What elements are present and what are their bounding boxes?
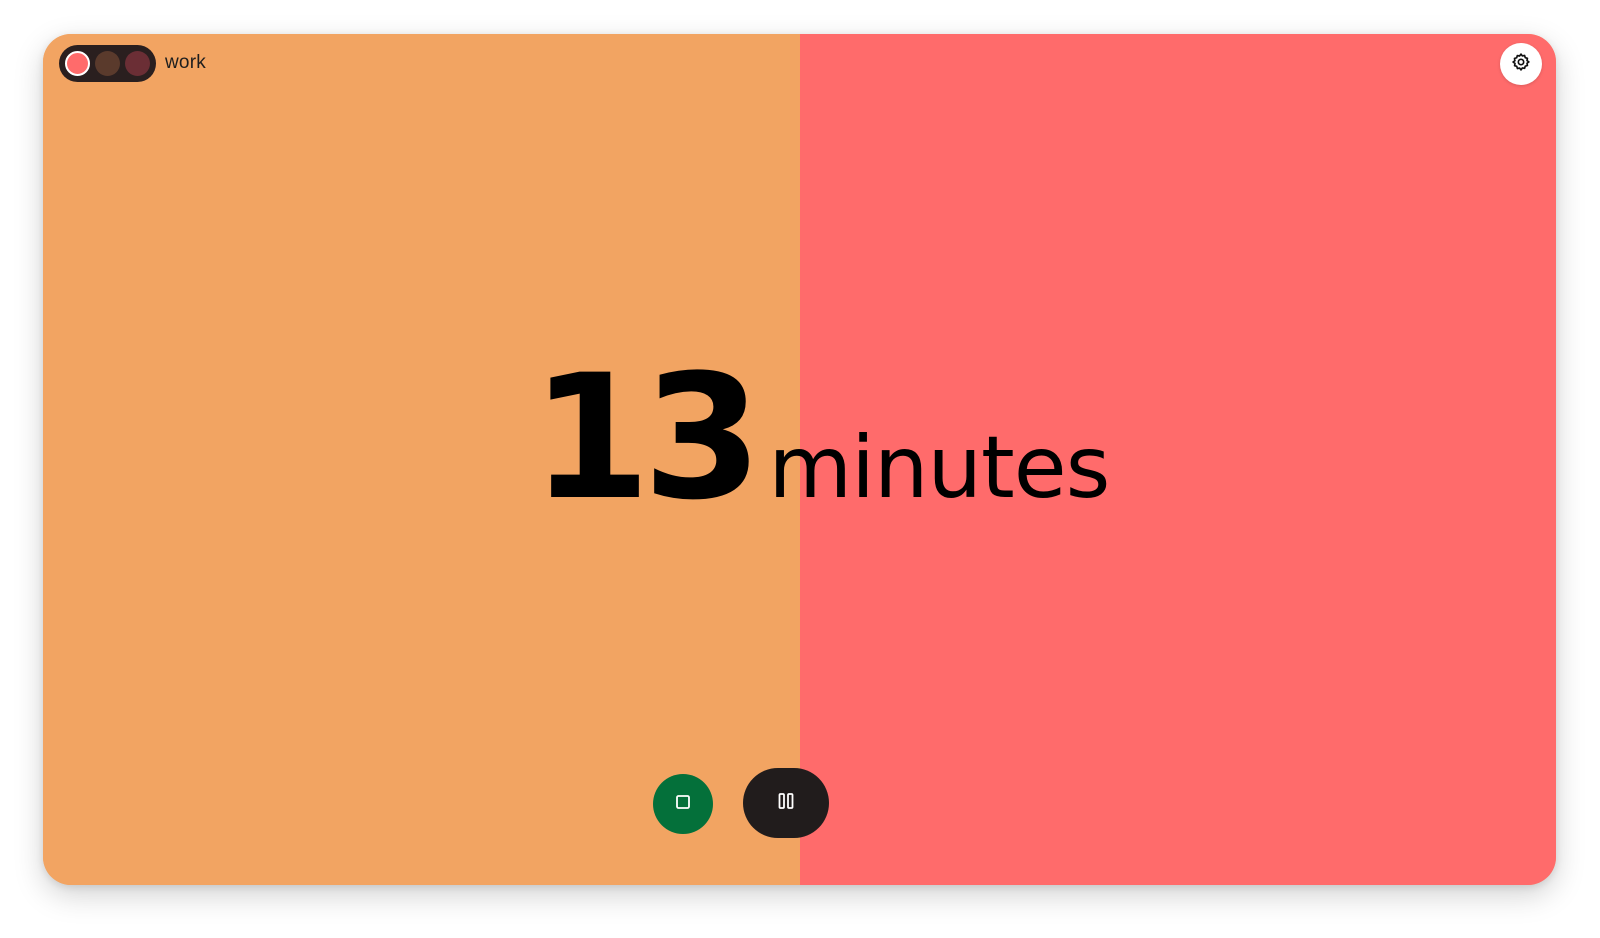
- gear-icon: [1511, 52, 1531, 77]
- mode-label: work: [165, 52, 206, 73]
- mode-dot-long-break[interactable]: [125, 51, 150, 76]
- stop-button[interactable]: [653, 774, 713, 834]
- timer-display: 13 minutes: [531, 337, 1110, 538]
- mode-switch[interactable]: [59, 45, 156, 82]
- timer-value: 13: [531, 337, 762, 538]
- timer-unit: minutes: [768, 418, 1110, 518]
- mode-dot-short-break[interactable]: [95, 51, 120, 76]
- mode-dot-work[interactable]: [65, 51, 90, 76]
- pause-button[interactable]: [743, 768, 829, 838]
- timer-window: work 13 minutes: [43, 34, 1556, 885]
- stop-icon: [675, 794, 691, 815]
- settings-button[interactable]: [1500, 43, 1542, 85]
- pause-icon: [777, 792, 795, 815]
